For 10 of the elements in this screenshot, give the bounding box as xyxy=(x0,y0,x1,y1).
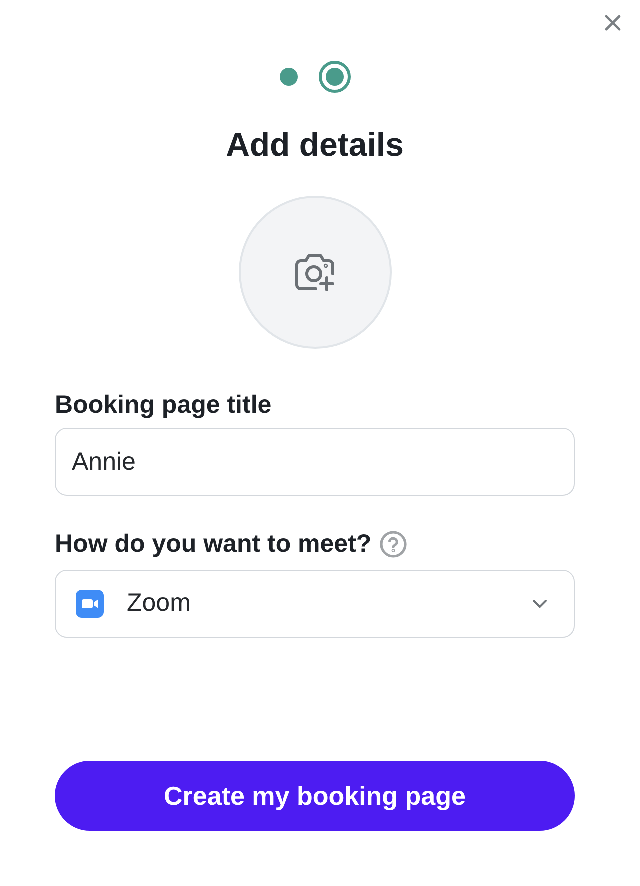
create-booking-page-button[interactable]: Create my booking page xyxy=(55,761,575,831)
selected-option: Zoom xyxy=(127,585,191,623)
camera-plus-icon xyxy=(295,254,335,292)
select-dropdown[interactable]: Zoom xyxy=(55,570,575,638)
help-icon[interactable] xyxy=(380,530,407,558)
video-camera-icon xyxy=(76,590,104,618)
text-input-field[interactable]: Annie xyxy=(55,428,575,496)
dialog-title: Add details xyxy=(226,125,404,165)
field-label: Booking page title xyxy=(55,390,272,420)
field-label: How do you want to meet? xyxy=(55,529,372,559)
